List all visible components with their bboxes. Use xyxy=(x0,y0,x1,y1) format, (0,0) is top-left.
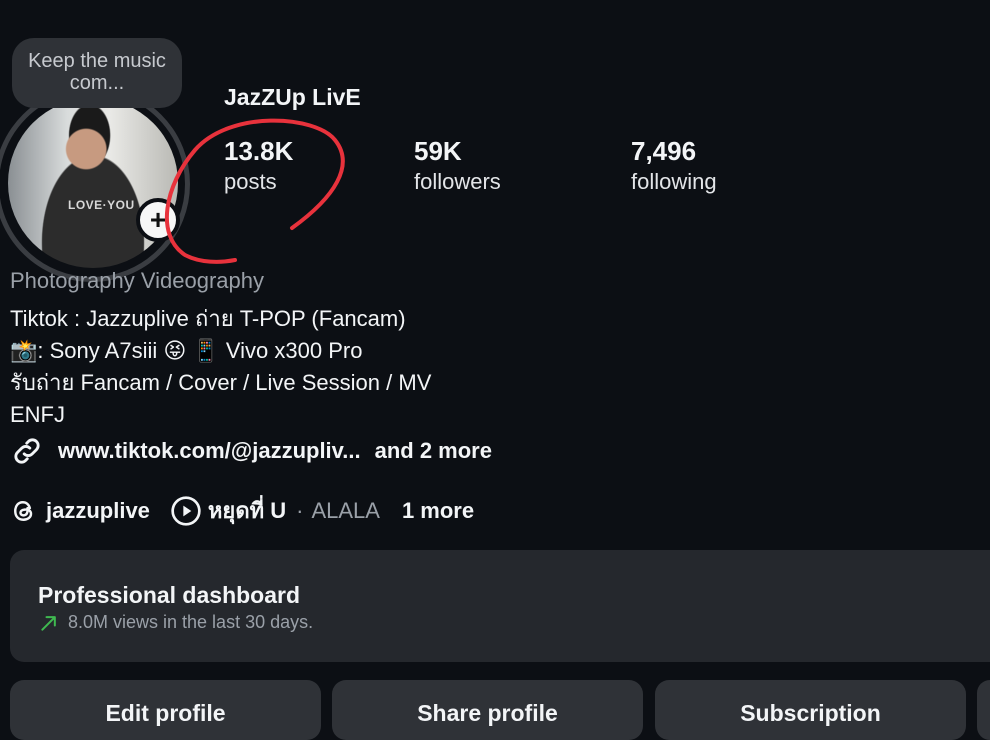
share-profile-button[interactable]: Share profile xyxy=(332,680,643,740)
edit-profile-button[interactable]: Edit profile xyxy=(10,680,321,740)
stat-followers-value: 59K xyxy=(414,136,462,166)
social-row: jazzuplive หยุดที่ U · ALALA 1 more xyxy=(10,493,474,528)
more-button-partial[interactable] xyxy=(977,680,990,740)
dashboard-subtitle-row: 8.0M views in the last 30 days. xyxy=(38,612,313,633)
shirt-print: LOVE·YOU xyxy=(68,198,135,212)
professional-dashboard[interactable]: Professional dashboard 8.0M views in the… xyxy=(10,550,990,662)
stat-following-label: following xyxy=(631,169,717,194)
bio-line: 📸: Sony A7siii 😝 📱 Vivo x300 Pro xyxy=(10,338,363,363)
links-more[interactable]: and 2 more xyxy=(375,438,492,464)
subscription-button[interactable]: Subscription xyxy=(655,680,966,740)
bio-links[interactable]: www.tiktok.com/@jazzupliv... and 2 more xyxy=(10,434,492,468)
link-url[interactable]: www.tiktok.com/@jazzupliv... xyxy=(58,438,361,464)
red-annotation-mark xyxy=(164,118,345,264)
play-icon xyxy=(171,495,201,526)
social-more[interactable]: 1 more xyxy=(402,498,474,524)
stat-following-value: 7,496 xyxy=(631,136,697,166)
threads-handle[interactable]: jazzuplive xyxy=(46,498,150,524)
stat-following[interactable]: 7,496 following xyxy=(631,136,717,195)
music-artist: ALALA xyxy=(311,497,380,523)
note-bubble[interactable]: Keep the music com... xyxy=(12,38,182,108)
bio-line: Tiktok : Jazzuplive ถ่าย T-POP (Fancam) xyxy=(10,306,406,331)
dashboard-subtitle: 8.0M views in the last 30 days. xyxy=(68,612,314,632)
music-song[interactable]: หยุดที่ U xyxy=(208,493,286,528)
profile-category: Photography Videography xyxy=(10,268,265,293)
trend-up-arrow-icon xyxy=(41,615,56,631)
dashboard-title: Professional dashboard xyxy=(38,582,301,608)
bio-line: ENFJ xyxy=(10,402,65,427)
link-icon xyxy=(14,438,40,464)
bio-text: Tiktok : Jazzuplive ถ่าย T-POP (Fancam) … xyxy=(10,303,431,431)
stat-followers-label: followers xyxy=(414,169,501,194)
stat-followers[interactable]: 59K followers xyxy=(414,136,501,195)
bio-line: รับถ่าย Fancam / Cover / Live Session / … xyxy=(10,370,432,395)
music-separator: · xyxy=(296,497,304,523)
threads-icon xyxy=(14,500,33,521)
